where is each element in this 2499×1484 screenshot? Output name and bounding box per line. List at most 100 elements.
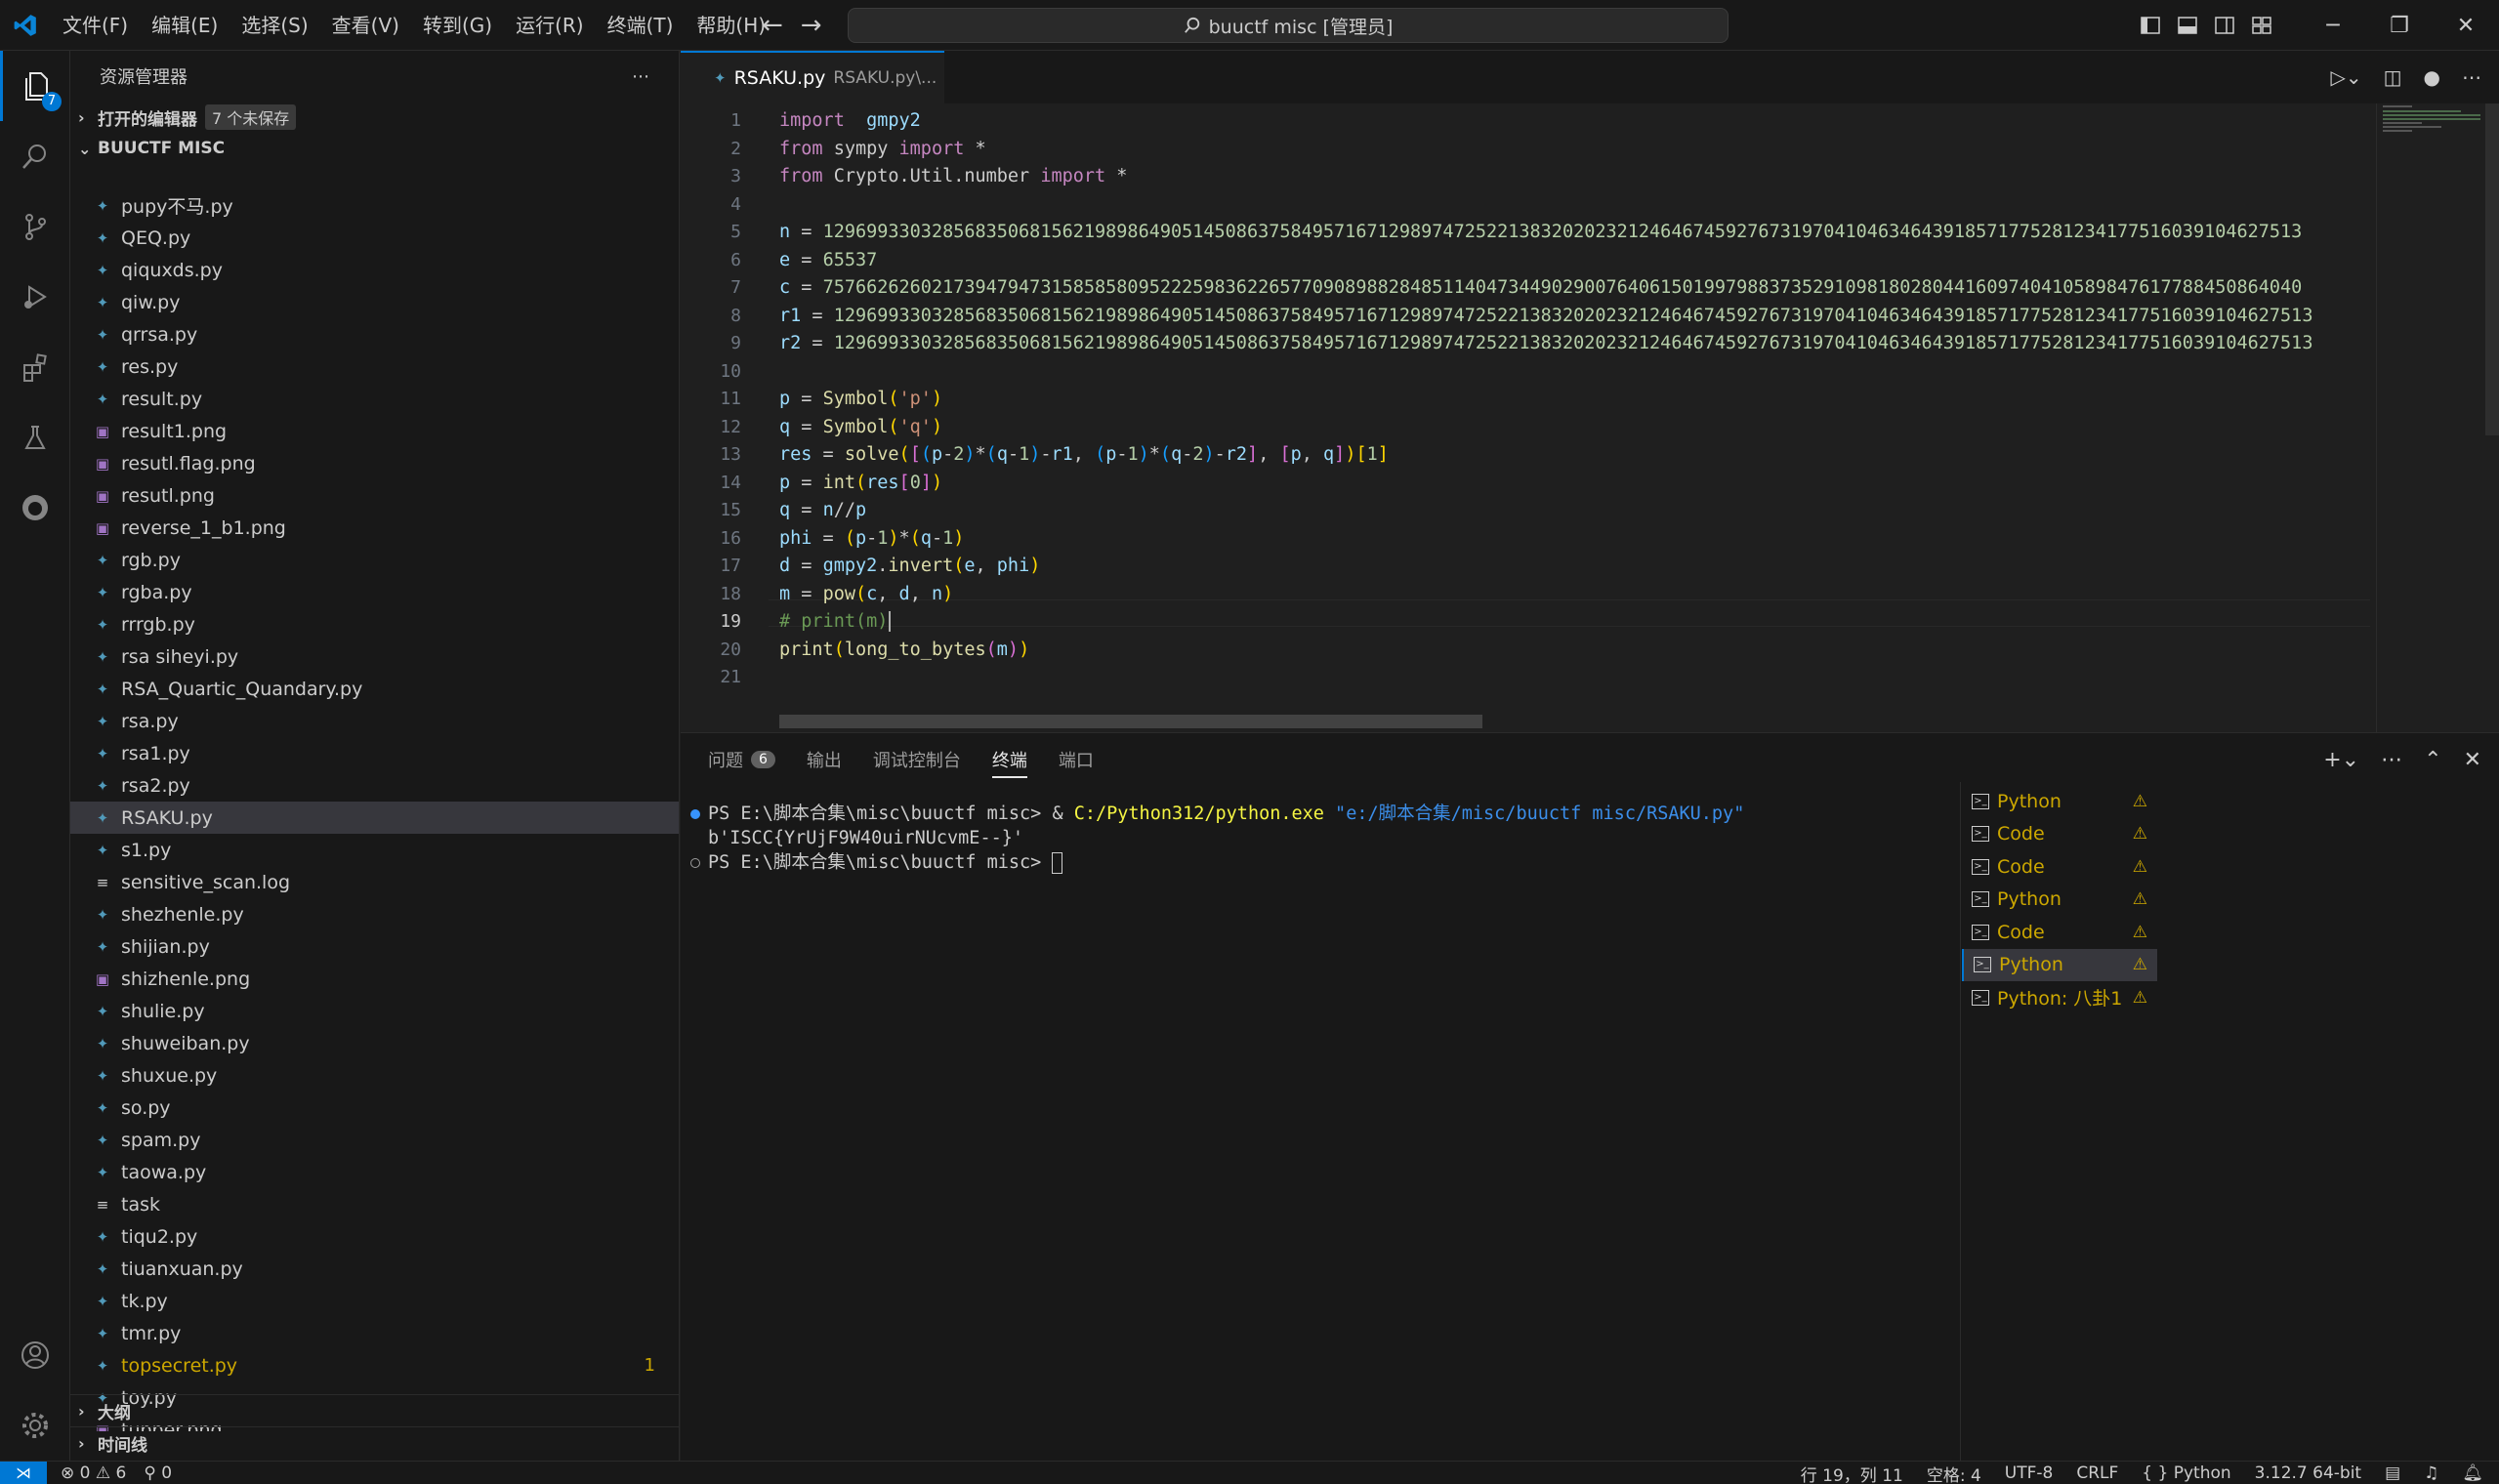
menu-item[interactable]: 终端(T) xyxy=(596,0,686,51)
outline-section[interactable]: › 大纲 xyxy=(70,1394,679,1426)
extensions-icon[interactable] xyxy=(0,332,70,402)
indentation[interactable]: 空格: 4 xyxy=(1927,1462,1981,1484)
forward-arrow-icon[interactable]: → xyxy=(801,10,822,41)
file-item[interactable]: ✦ rsa.py xyxy=(70,705,679,737)
file-item[interactable]: ✦ s1.py xyxy=(70,834,679,866)
panel-tab[interactable]: 输出 xyxy=(807,733,842,786)
file-item[interactable]: ✦ tiuanxuan.py xyxy=(70,1253,679,1285)
file-item[interactable]: ✦ pupy不马.py xyxy=(70,189,679,222)
file-item[interactable]: ✦ shezhenle.py xyxy=(70,898,679,930)
problems-status[interactable]: ⊗ 0 ⚠ 6 xyxy=(61,1463,126,1483)
file-item[interactable]: ✦ shuxue.py xyxy=(70,1059,679,1092)
back-arrow-icon[interactable]: ← xyxy=(762,10,783,41)
code-editor[interactable]: 1 2 3 4 5 6 7 8 9 10 11 12 13 14 15 16 17 18 19 20 21 import… xyxy=(681,103,2499,732)
file-item[interactable]: ✦ rsa1.py xyxy=(70,737,679,769)
testing-icon[interactable] xyxy=(0,402,70,473)
file-item[interactable]: ✦ rgb.py xyxy=(70,544,679,576)
menu-item[interactable]: 查看(V) xyxy=(320,0,411,51)
file-item[interactable]: ▣ resutl.flag.png xyxy=(70,447,679,479)
more-actions-icon[interactable]: ⋯ xyxy=(632,66,649,87)
menu-item[interactable]: 编辑(E) xyxy=(140,0,229,51)
run-debug-icon[interactable] xyxy=(0,262,70,332)
file-item[interactable]: ▣ shizhenle.png xyxy=(70,963,679,995)
search-icon[interactable] xyxy=(0,121,70,191)
panel-tab[interactable]: 终端 xyxy=(991,733,1027,786)
account-icon[interactable] xyxy=(0,1320,70,1390)
line-ending[interactable]: CRLF xyxy=(2076,1463,2118,1483)
file-item[interactable]: ✦ topsecret.py 1 xyxy=(70,1349,679,1381)
file-item[interactable]: ≡ task xyxy=(70,1188,679,1220)
toggle-panel-icon[interactable] xyxy=(2169,17,2206,34)
file-item[interactable]: ✦ rrrgb.py xyxy=(70,608,679,640)
source-control-icon[interactable] xyxy=(0,191,70,262)
split-editor-icon[interactable]: ◫ xyxy=(2384,65,2402,89)
notifications-icon[interactable]: ♫ xyxy=(2424,1463,2438,1483)
menu-item[interactable]: 选择(S) xyxy=(229,0,319,51)
file-item[interactable]: ✦ shijian.py xyxy=(70,930,679,963)
interpreter[interactable]: 3.12.7 64-bit xyxy=(2255,1463,2361,1483)
file-item[interactable]: ✦ res.py xyxy=(70,350,679,383)
language-mode[interactable]: { } Python xyxy=(2142,1463,2230,1483)
menu-item[interactable]: 运行(R) xyxy=(504,0,596,51)
file-item[interactable]: ▣ reverse_1_b1.png xyxy=(70,512,679,544)
cursor-position[interactable]: 行 19，列 11 xyxy=(1801,1462,1903,1484)
copilot-icon[interactable]: ▤ xyxy=(2385,1463,2400,1483)
github-icon[interactable] xyxy=(0,473,70,543)
ports-status[interactable]: ⚲ 0 xyxy=(144,1463,172,1483)
folder-section[interactable]: ⌄ BUUCTF MISC xyxy=(70,133,679,164)
open-editors-section[interactable]: › 打开的编辑器 7 个未保存 xyxy=(70,102,679,133)
toggle-secondary-sidebar-icon[interactable] xyxy=(2206,17,2243,34)
file-item[interactable]: ✦ spam.py xyxy=(70,1124,679,1156)
file-item[interactable]: ✦ qiquxds.py xyxy=(70,254,679,286)
minimize-icon[interactable]: ─ xyxy=(2300,14,2366,38)
run-file-icon[interactable]: ▷⌄ xyxy=(2331,65,2362,89)
file-item[interactable]: ✦ so.py xyxy=(70,1092,679,1124)
maximize-panel-icon[interactable]: ⌃ xyxy=(2424,748,2441,772)
file-item[interactable]: ▣ result1.png xyxy=(70,415,679,447)
file-item[interactable]: ✦ shuweiban.py xyxy=(70,1027,679,1059)
restore-icon[interactable]: ❐ xyxy=(2366,14,2433,38)
file-item[interactable]: ✦ QEQ.py xyxy=(70,222,679,254)
terminal-instance[interactable]: >_ Python ⚠ xyxy=(1962,785,2157,817)
more-actions-icon[interactable]: ⋯ xyxy=(2462,65,2481,89)
bell-icon[interactable]: 🔔︎ xyxy=(2462,1463,2483,1483)
remote-icon[interactable]: ⋊ xyxy=(0,1461,47,1484)
file-item[interactable]: ≡ sensitive_scan.log xyxy=(70,866,679,898)
file-item[interactable]: ✦ tmr.py xyxy=(70,1317,679,1349)
file-item[interactable]: ✦ qiw.py xyxy=(70,286,679,318)
minimap[interactable] xyxy=(2376,103,2483,732)
panel-tab[interactable]: 调试控制台 xyxy=(873,733,961,786)
file-item[interactable]: ✦ rsa siheyi.py xyxy=(70,640,679,673)
file-item[interactable]: ✦ result.py xyxy=(70,383,679,415)
close-icon[interactable]: ✕ xyxy=(2433,14,2499,38)
terminal-instance[interactable]: >_ Code ⚠ xyxy=(1962,818,2157,850)
unsaved-dot-icon[interactable]: ● xyxy=(2424,65,2440,89)
customize-layout-icon[interactable] xyxy=(2243,17,2280,34)
file-item[interactable]: ✦ RSA_Quartic_Quandary.py xyxy=(70,673,679,705)
code-content[interactable]: import gmpy2 from sympy import * from Cryp… xyxy=(779,107,2361,692)
menu-item[interactable]: 文件(F) xyxy=(51,0,140,51)
file-item[interactable]: ✦ tk.py xyxy=(70,1285,679,1317)
new-terminal-icon[interactable]: +⌄ xyxy=(2323,748,2359,772)
settings-gear-icon[interactable] xyxy=(0,1390,70,1461)
close-panel-icon[interactable]: ✕ xyxy=(2464,748,2481,772)
file-item[interactable]: ✦ RSAKU.py xyxy=(70,802,679,834)
terminal-instance[interactable]: >_ Code ⚠ xyxy=(1962,916,2157,948)
terminal-instance[interactable]: >_ Code ⚠ xyxy=(1962,850,2157,883)
panel-tab[interactable]: 问题 6 xyxy=(708,733,775,786)
encoding[interactable]: UTF-8 xyxy=(2005,1463,2054,1483)
more-actions-icon[interactable]: ⋯ xyxy=(2381,748,2402,772)
file-item[interactable]: ✦ qrrsa.py xyxy=(70,318,679,350)
menu-item[interactable]: 转到(G) xyxy=(411,0,504,51)
file-item[interactable]: ✦ taowa.py xyxy=(70,1156,679,1188)
terminal-instance[interactable]: >_ Python ⚠ xyxy=(1962,884,2157,916)
file-item[interactable]: ✦ rsa2.py xyxy=(70,769,679,802)
tab-rsaku[interactable]: ✦ RSAKU.py RSAKU.py\... xyxy=(681,51,944,103)
toggle-primary-sidebar-icon[interactable] xyxy=(2132,17,2169,34)
vertical-scrollbar[interactable] xyxy=(2485,103,2499,435)
command-center-search[interactable]: buuctf misc [管理员] xyxy=(848,8,1728,43)
file-item[interactable]: ▣ resutl.png xyxy=(70,479,679,512)
file-item[interactable]: ✦ rgba.py xyxy=(70,576,679,608)
file-item[interactable]: ✦ shulie.py xyxy=(70,995,679,1027)
terminal-instance[interactable]: >_ Python: 八卦1 ⚠ xyxy=(1962,981,2157,1013)
